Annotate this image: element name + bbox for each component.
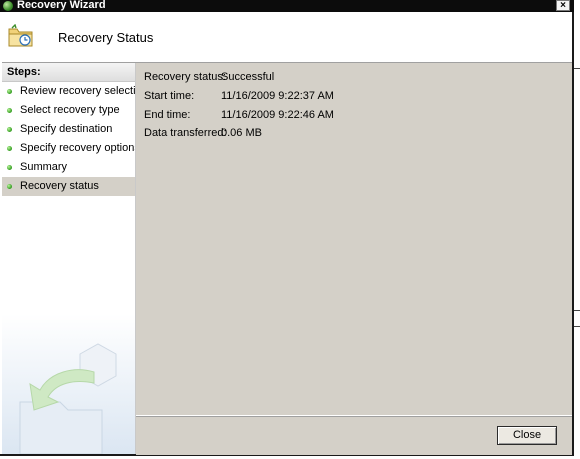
step-label: Review recovery selection — [20, 85, 136, 97]
recovery-status-label: Recovery status: — [144, 71, 226, 83]
recovery-status-panel: Recovery status: Successful Start time: … — [136, 63, 572, 415]
data-transferred-value: 0.06 MB — [221, 127, 262, 139]
step-summary[interactable]: Summary — [2, 158, 135, 177]
window-close-button[interactable]: × — [556, 0, 570, 11]
wizard-footer: Close — [136, 415, 572, 455]
start-time-label: Start time: — [144, 90, 195, 102]
steps-heading: Steps: — [2, 63, 135, 82]
step-specify-destination[interactable]: Specify destination — [2, 120, 135, 139]
step-complete-icon — [7, 127, 12, 132]
step-label: Recovery status — [20, 180, 99, 192]
edge-line — [574, 326, 580, 327]
folder-recovery-icon — [8, 24, 33, 47]
step-label: Specify destination — [20, 123, 113, 135]
background-window-edge — [574, 0, 580, 459]
step-complete-icon — [7, 89, 12, 94]
step-label: Select recovery type — [20, 104, 120, 116]
end-time-value: 11/16/2009 9:22:46 AM — [221, 109, 334, 121]
window-title: Recovery Wizard — [17, 0, 106, 11]
wizard-header: Recovery Status — [2, 12, 572, 63]
steps-sidebar: Steps: Review recovery selection Select … — [2, 63, 136, 454]
recovery-wizard-window: Recovery Wizard × Recovery Status Steps:… — [0, 0, 574, 456]
step-label: Summary — [20, 161, 68, 173]
edge-line — [574, 310, 580, 311]
recovery-watermark-icon — [2, 314, 135, 454]
edge-line — [574, 68, 580, 69]
step-select-recovery-type[interactable]: Select recovery type — [2, 101, 135, 120]
step-complete-icon — [7, 184, 12, 189]
step-label: Specify recovery options — [20, 142, 136, 154]
step-complete-icon — [7, 108, 12, 113]
end-time-label: End time: — [144, 109, 191, 121]
title-bar[interactable]: Recovery Wizard × — [0, 0, 574, 12]
page-title: Recovery Status — [58, 30, 154, 45]
data-transferred-label: Data transferred: — [144, 127, 227, 139]
start-time-value: 11/16/2009 9:22:37 AM — [221, 90, 334, 102]
step-recovery-status[interactable]: Recovery status — [2, 177, 135, 196]
step-complete-icon — [7, 165, 12, 170]
app-icon — [3, 1, 13, 11]
step-complete-icon — [7, 146, 12, 151]
recovery-status-value: Successful — [221, 71, 275, 83]
step-specify-recovery-options[interactable]: Specify recovery options — [2, 139, 135, 158]
step-review-recovery-selection[interactable]: Review recovery selection — [2, 82, 135, 101]
close-button[interactable]: Close — [497, 426, 557, 445]
